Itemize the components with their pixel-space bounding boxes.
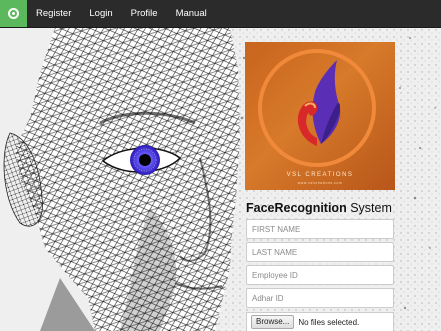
browse-button[interactable]: Browse... <box>251 315 295 329</box>
nav-item-manual[interactable]: Manual <box>167 0 216 27</box>
form-title-rest: System <box>350 201 392 215</box>
form-title-bold: FaceRecognition <box>246 201 347 215</box>
last-name-input[interactable] <box>246 242 394 262</box>
brand-home-button[interactable] <box>0 0 27 27</box>
file-status-text: No files selected. <box>298 317 360 327</box>
brand-logo-card: VSL CREATIONS www.vslcreations.com <box>245 42 395 190</box>
vsl-logo-mark-icon <box>297 60 341 146</box>
logo-brand-text: VSL CREATIONS <box>286 172 354 178</box>
app-logo-icon <box>8 8 19 19</box>
first-name-input[interactable] <box>246 219 394 239</box>
employee-id-input[interactable] <box>246 265 394 285</box>
nav-item-register[interactable]: Register <box>27 0 80 27</box>
logo-brand-subtext: www.vslcreations.com <box>297 181 343 185</box>
top-navbar: Register Login Profile Manual <box>0 0 441 28</box>
nav-item-profile[interactable]: Profile <box>122 0 167 27</box>
form-title: FaceRecognition System <box>246 201 392 215</box>
photo-file-input[interactable]: Browse... No files selected. <box>246 312 394 331</box>
nav-menu: Register Login Profile Manual <box>27 0 216 27</box>
adhar-id-input[interactable] <box>246 288 394 308</box>
nav-item-login[interactable]: Login <box>80 0 121 27</box>
